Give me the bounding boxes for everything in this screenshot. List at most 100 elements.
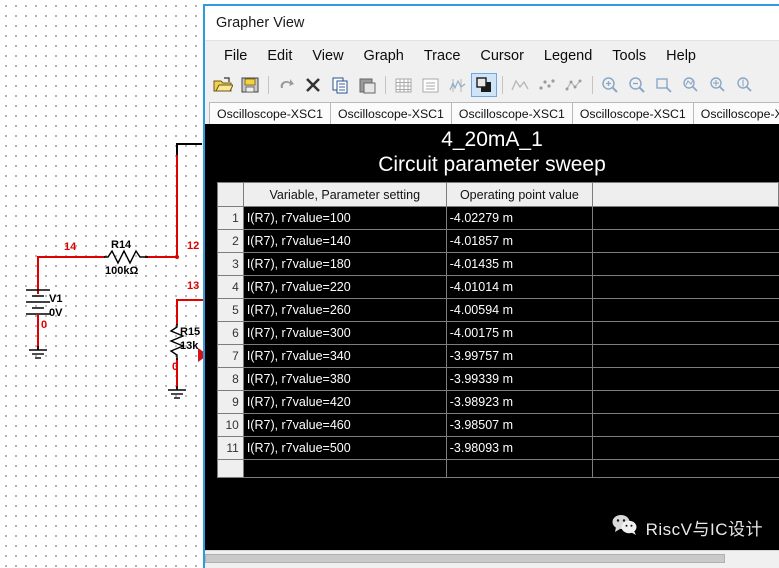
row-value: -3.98923 m	[445, 390, 594, 414]
scatter-icon[interactable]	[534, 73, 560, 97]
row-value-empty	[445, 459, 594, 478]
wire-top-stub	[176, 143, 202, 145]
row-variable: I(R7), r7value=500	[242, 436, 447, 460]
row-variable-empty	[242, 459, 447, 478]
table-row[interactable]: 4 I(R7), r7value=220 -4.01014 m	[217, 275, 779, 299]
horizontal-scrollbar-thumb[interactable]	[205, 554, 725, 563]
ground-symbol-v1	[29, 346, 47, 359]
zoom-out-icon[interactable]	[624, 73, 650, 97]
table-row[interactable]: 2 I(R7), r7value=140 -4.01857 m	[217, 229, 779, 253]
save-icon[interactable]	[237, 73, 263, 97]
wire-n12-vertical	[176, 150, 178, 258]
component-value-r15: 13k	[180, 340, 199, 352]
zoom-x-icon[interactable]	[705, 73, 731, 97]
zoom-region-icon[interactable]	[651, 73, 677, 97]
component-value-v1: 0V	[49, 307, 63, 319]
node-label-14: 14	[64, 241, 77, 253]
row-pad	[592, 321, 779, 345]
watermark-text: RiscV与IC设计	[645, 519, 763, 539]
menu-trace[interactable]: Trace	[414, 46, 471, 66]
menu-tools[interactable]: Tools	[602, 46, 656, 66]
wechat-icon	[612, 514, 638, 540]
curve-icon[interactable]	[507, 73, 533, 97]
row-pad	[592, 252, 779, 276]
row-pad	[592, 229, 779, 253]
tab-oscilloscope-xsc1-5[interactable]: Oscilloscope-XSC1	[692, 102, 779, 124]
menu-view[interactable]: View	[302, 46, 353, 66]
row-index: 8	[217, 367, 244, 391]
tab-oscilloscope-xsc1-2[interactable]: Oscilloscope-XSC1	[329, 102, 452, 124]
row-variable: I(R7), r7value=340	[242, 344, 447, 368]
results-table: Variable, Parameter setting Operating po…	[217, 182, 779, 478]
horizontal-scrollbar[interactable]	[205, 550, 779, 567]
row-value: -3.99339 m	[445, 367, 594, 391]
menu-file[interactable]: File	[214, 46, 257, 66]
wire-n14-to-r14	[37, 256, 105, 258]
node-label-12: 12	[187, 240, 200, 252]
copy-icon[interactable]	[327, 73, 353, 97]
open-icon[interactable]	[210, 73, 236, 97]
window-title: Grapher View	[216, 15, 305, 31]
row-index: 9	[217, 390, 244, 414]
paste-icon[interactable]	[354, 73, 380, 97]
zoom-fit-icon[interactable]	[678, 73, 704, 97]
column-header-variable: Variable, Parameter setting	[242, 182, 447, 207]
row-pad	[592, 206, 779, 230]
menu-help[interactable]: Help	[656, 46, 706, 66]
tab-oscilloscope-xsc1-4[interactable]: Oscilloscope-XSC1	[571, 102, 694, 124]
row-value: -3.99757 m	[445, 344, 594, 368]
tab-oscilloscope-xsc1-3[interactable]: Oscilloscope-XSC1	[450, 102, 573, 124]
table-row[interactable]: 11 I(R7), r7value=500 -3.98093 m	[217, 436, 779, 460]
row-index: 10	[217, 413, 244, 437]
legend-icon[interactable]	[417, 73, 443, 97]
row-index: 11	[217, 436, 244, 460]
row-pad	[592, 275, 779, 299]
ground-symbol-r15	[168, 386, 186, 399]
curve-points-icon[interactable]	[561, 73, 587, 97]
table-row[interactable]: 7 I(R7), r7value=340 -3.99757 m	[217, 344, 779, 368]
row-index-empty	[217, 459, 244, 478]
plot-area: 4_20mA_1 Circuit parameter sweep Variabl…	[205, 124, 779, 550]
grapher-window: Grapher View File Edit View Graph Trace …	[203, 4, 779, 568]
node-label-13: 13	[187, 280, 200, 292]
table-row[interactable]: 8 I(R7), r7value=380 -3.99339 m	[217, 367, 779, 391]
row-value: -3.98093 m	[445, 436, 594, 460]
table-row[interactable]: 1 I(R7), r7value=100 -4.02279 m	[217, 206, 779, 230]
menu-cursor[interactable]: Cursor	[470, 46, 534, 66]
table-row[interactable]: 5 I(R7), r7value=260 -4.00594 m	[217, 298, 779, 322]
zoom-y-icon[interactable]	[732, 73, 758, 97]
toolbar-separator-2	[385, 76, 386, 94]
tab-oscilloscope-xsc1-1[interactable]: Oscilloscope-XSC1	[209, 102, 331, 124]
menu-graph[interactable]: Graph	[354, 46, 414, 66]
menu-edit[interactable]: Edit	[257, 46, 302, 66]
row-variable: I(R7), r7value=460	[242, 413, 447, 437]
row-value: -4.00175 m	[445, 321, 594, 345]
table-row[interactable]: 6 I(R7), r7value=300 -4.00175 m	[217, 321, 779, 345]
plot-subtitle: Circuit parameter sweep	[378, 153, 606, 176]
cursor-icon[interactable]	[444, 73, 470, 97]
row-value: -4.02279 m	[445, 206, 594, 230]
table-row[interactable]: 3 I(R7), r7value=180 -4.01435 m	[217, 252, 779, 276]
table-row[interactable]: 10 I(R7), r7value=460 -3.98507 m	[217, 413, 779, 437]
row-pad	[592, 390, 779, 414]
junction-dot-n12	[175, 255, 179, 259]
row-variable: I(R7), r7value=300	[242, 321, 447, 345]
tab-strip: Oscilloscope-XSC1 Oscilloscope-XSC1 Osci…	[205, 100, 779, 124]
grid-icon[interactable]	[390, 73, 416, 97]
zoom-in-icon[interactable]	[597, 73, 623, 97]
plot-title: 4_20mA_1	[441, 128, 543, 151]
close-icon[interactable]	[300, 73, 326, 97]
row-index: 5	[217, 298, 244, 322]
table-row-empty	[217, 459, 779, 478]
row-pad	[592, 367, 779, 391]
undo-icon[interactable]	[273, 73, 299, 97]
row-value: -4.00594 m	[445, 298, 594, 322]
row-variable: I(R7), r7value=220	[242, 275, 447, 299]
select-graph-icon[interactable]	[471, 73, 497, 97]
wire-n13-horizontal	[176, 299, 204, 301]
table-row[interactable]: 9 I(R7), r7value=420 -3.98923 m	[217, 390, 779, 414]
menu-bar: File Edit View Graph Trace Cursor Legend…	[205, 40, 779, 70]
menu-legend[interactable]: Legend	[534, 46, 602, 66]
component-ref-r14: R14	[111, 239, 132, 251]
window-titlebar: Grapher View	[205, 6, 779, 40]
